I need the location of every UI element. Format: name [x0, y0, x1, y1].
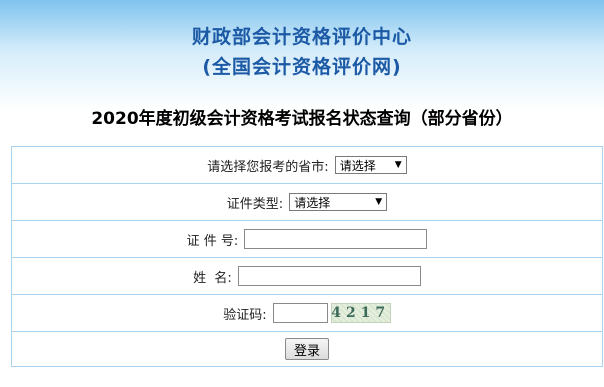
org-subtitle: (全国会计资格评价网) [202, 56, 402, 78]
id-type-select[interactable]: 请选择 ▼ [289, 193, 388, 211]
id-number-row: 证 件 号: [12, 221, 602, 258]
login-button[interactable]: 登录 [284, 338, 329, 360]
captcha-label: 验证码: [223, 307, 267, 323]
captcha-row: 验证码: 4217 [12, 295, 602, 332]
id-type-row: 证件类型: 请选择 ▼ [12, 184, 602, 221]
captcha-input[interactable] [272, 303, 328, 323]
id-number-input[interactable] [244, 229, 428, 249]
id-number-label: 证 件 号: [186, 233, 239, 249]
province-label: 请选择您报考的省市: [207, 159, 329, 175]
name-row: 姓 名: [12, 258, 602, 295]
submit-row: 登录 [12, 332, 602, 366]
id-type-label: 证件类型: [226, 196, 284, 212]
query-form: 请选择您报考的省市: 请选择 ▼ 证件类型: 请选择 ▼ 证 件 号: 姓 名:… [11, 146, 603, 367]
captcha-image[interactable]: 4217 [330, 303, 391, 323]
chevron-down-icon: ▼ [375, 197, 383, 207]
name-label: 姓 名: [193, 270, 232, 286]
province-row: 请选择您报考的省市: 请选择 ▼ [12, 147, 602, 184]
province-select-value: 请选择 [339, 158, 376, 173]
chevron-down-icon: ▼ [394, 160, 402, 170]
id-type-select-value: 请选择 [294, 195, 331, 210]
name-input[interactable] [237, 266, 421, 286]
org-name: 财政部会计资格评价中心 [191, 26, 412, 48]
page-title: 2020年度初级会计资格考试报名状态查询（部分省份） [91, 109, 513, 129]
province-select[interactable]: 请选择 ▼ [334, 156, 407, 174]
